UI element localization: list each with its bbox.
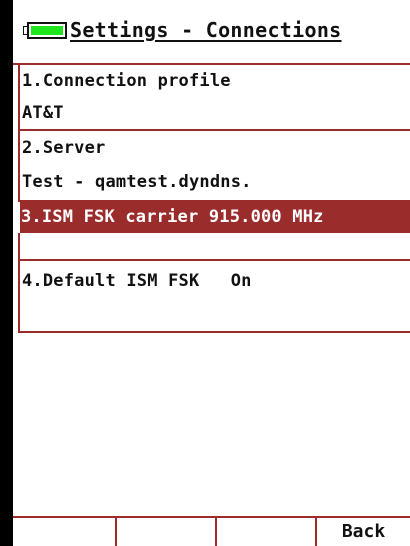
header-bar: Settings - Connections [13, 0, 410, 57]
softkey-1[interactable] [13, 516, 117, 546]
menu-item-connection-profile[interactable]: 1.Connection profile AT&T [18, 65, 410, 131]
battery-level-fill [31, 26, 63, 35]
menu-item-label: 2.Server [22, 138, 106, 158]
menu-item-label: 3.ISM FSK carrier 915.000 MHz [21, 207, 324, 227]
softkey-bar: Back [13, 516, 410, 546]
back-button[interactable]: Back [317, 516, 410, 546]
menu-item-ism-fsk-carrier-selected[interactable]: 3.ISM FSK carrier 915.000 MHz [20, 202, 410, 233]
battery-icon [23, 22, 67, 39]
menu-item-server[interactable]: 2.Server Test - qamtest.dyndns. [18, 131, 410, 202]
battery-body [27, 22, 67, 39]
page-title: Settings - Connections [70, 18, 342, 42]
menu-item-default-ism-fsk[interactable]: 4.Default ISM FSK On [18, 261, 410, 333]
device-screen: Settings - Connections 1.Connection prof… [13, 0, 410, 546]
softkey-3[interactable] [217, 516, 317, 546]
menu-item-label: 1.Connection profile [22, 71, 231, 91]
menu-item-value: AT&T [22, 103, 64, 123]
menu-item-ism-fsk-carrier-value-area[interactable] [18, 233, 410, 261]
softkey-2[interactable] [117, 516, 217, 546]
menu-item-value: Test - qamtest.dyndns. [22, 172, 252, 192]
menu-item-label: 4.Default ISM FSK On [22, 271, 252, 291]
